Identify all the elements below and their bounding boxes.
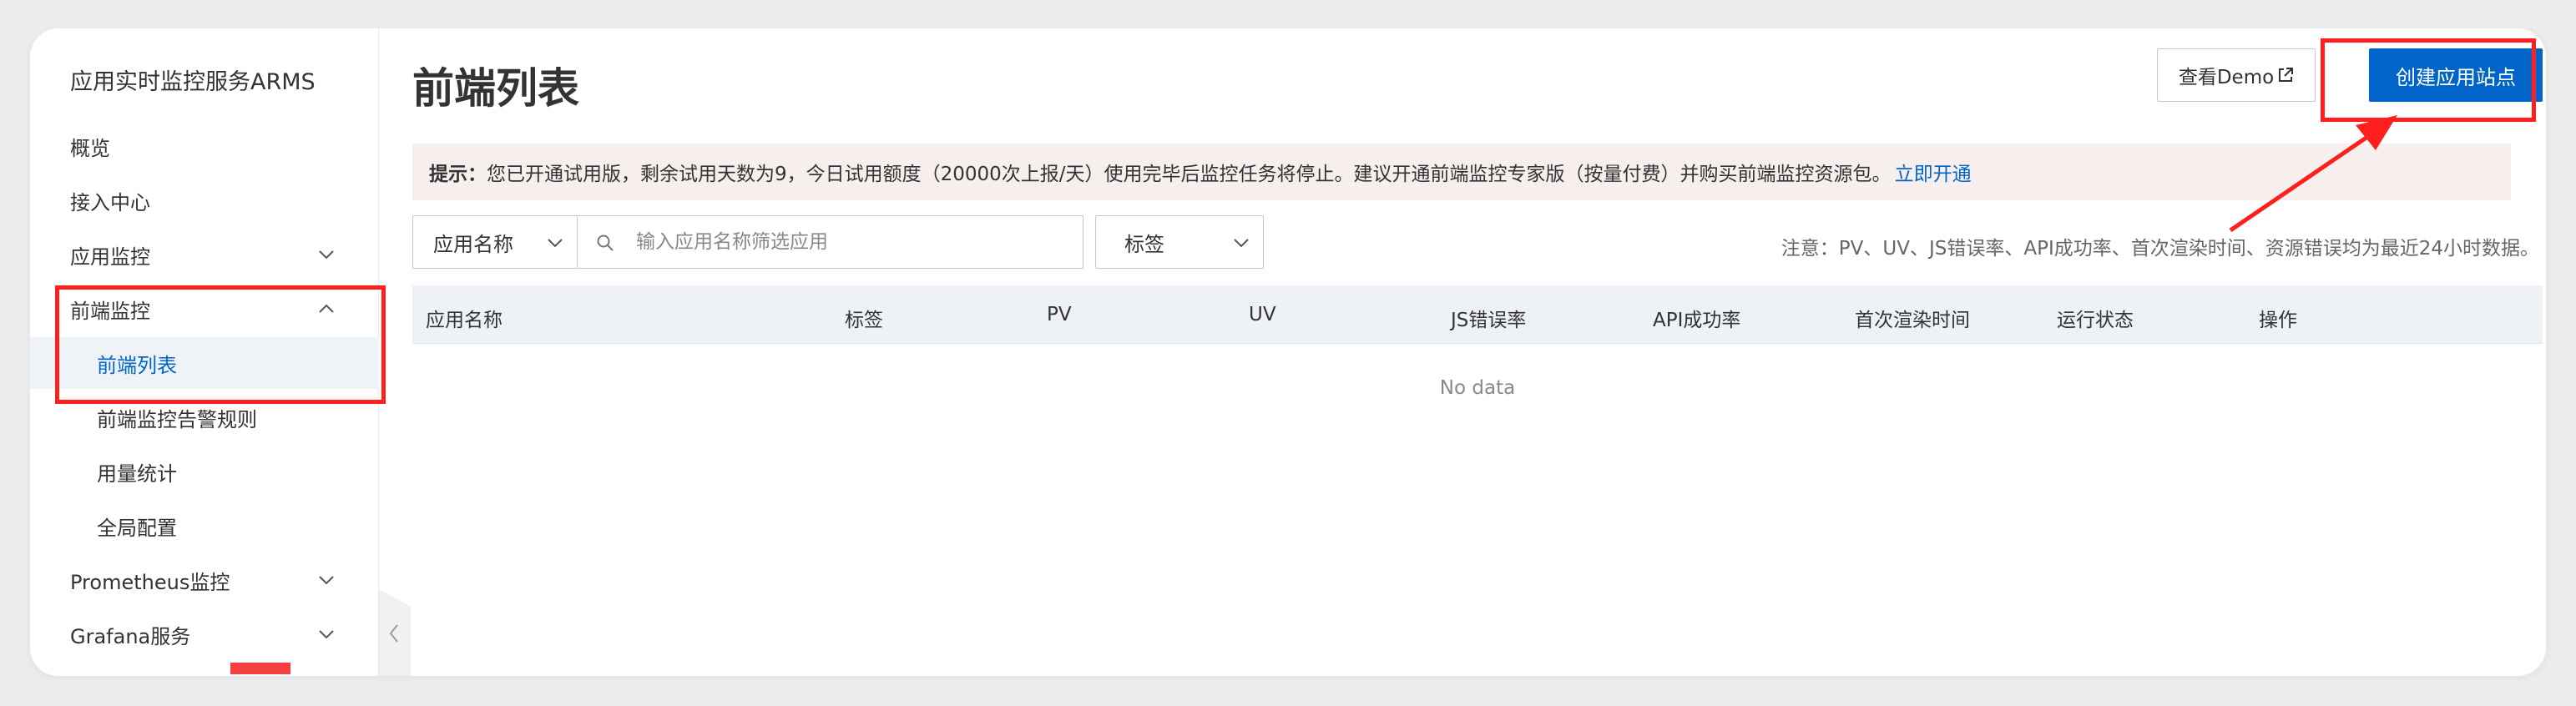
tip-label: 提示： xyxy=(429,164,487,185)
data-scope-note: 注意：PV、UV、JS错误率、API成功率、首次渲染时间、资源错误均为最近24小… xyxy=(1780,238,2539,260)
column-header[interactable]: 标签 xyxy=(845,304,883,332)
field-select[interactable]: 应用名称 xyxy=(412,215,578,269)
sidebar-item-label: 应用监控 xyxy=(70,245,150,269)
sidebar-item-label: 接入中心 xyxy=(70,190,150,214)
activate-now-link[interactable]: 立即开通 xyxy=(1895,158,1972,186)
table-header: 应用名称 标签 PV UV JS错误率 API成功率 首次渲染时间 运行状态 操… xyxy=(412,285,2543,344)
page-title: 前端列表 xyxy=(412,64,579,113)
create-app-site-label: 创建应用站点 xyxy=(2396,65,2516,89)
sidebar-item-label: 前端监控告警规则 xyxy=(97,407,257,431)
tag-select[interactable]: 标签 xyxy=(1095,215,1264,269)
tag-select-value: 标签 xyxy=(1124,232,1164,256)
column-header[interactable]: API成功率 xyxy=(1653,304,1740,332)
tip-text: 您已开通试用版，剩余试用天数为9，今日试用额度（20000次上报/天）使用完毕后… xyxy=(487,164,1892,185)
sidebar-item-grafana[interactable]: Grafana服务 xyxy=(30,608,379,660)
sidebar-item-label: 用量统计 xyxy=(97,461,177,486)
chevron-down-icon xyxy=(319,630,334,639)
chevron-down-icon xyxy=(319,250,334,260)
chevron-down-icon xyxy=(1234,239,1249,248)
sidebar-item-label: 概览 xyxy=(70,136,110,160)
column-header[interactable]: 操作 xyxy=(2259,304,2297,332)
sidebar-item-label: 前端监控 xyxy=(70,299,150,323)
new-badge xyxy=(230,663,290,674)
column-header[interactable]: UV xyxy=(1249,304,1276,325)
chevron-down-icon xyxy=(319,576,334,585)
column-header[interactable]: 运行状态 xyxy=(2057,304,2134,332)
app-name-search[interactable] xyxy=(578,215,1083,269)
sidebar-item-global-config[interactable]: 全局配置 xyxy=(30,500,379,552)
sidebar-item-prometheus[interactable]: Prometheus监控 xyxy=(30,554,379,606)
trial-tip-banner: 提示： 您已开通试用版，剩余试用天数为9，今日试用额度（20000次上报/天）使… xyxy=(412,144,2511,200)
sidebar-item-access-center[interactable]: 接入中心 xyxy=(30,174,379,226)
create-app-site-button[interactable]: 创建应用站点 xyxy=(2369,48,2543,102)
search-icon xyxy=(597,234,614,251)
search-input[interactable] xyxy=(636,216,912,268)
column-header[interactable]: 应用名称 xyxy=(426,304,503,332)
sidebar: 应用实时监控服务ARMS 概览 接入中心 应用监控 前端监控 前端列表 前端监控… xyxy=(30,28,379,676)
sidebar-item-app-monitoring[interactable]: 应用监控 xyxy=(30,229,379,280)
external-link-icon xyxy=(2279,68,2294,82)
sidebar-item-label: 前端列表 xyxy=(97,353,177,377)
sidebar-item-label: Grafana服务 xyxy=(70,624,191,648)
column-header[interactable]: 首次渲染时间 xyxy=(1855,304,1970,332)
app-window: 应用实时监控服务ARMS 概览 接入中心 应用监控 前端监控 前端列表 前端监控… xyxy=(30,28,2546,676)
sidebar-item-label: Prometheus监控 xyxy=(70,570,230,594)
sidebar-item-frontend-monitoring[interactable]: 前端监控 xyxy=(30,283,379,335)
sidebar-item-usage-stats[interactable]: 用量统计 xyxy=(30,446,379,497)
empty-state: No data xyxy=(1439,377,1516,399)
view-demo-button[interactable]: 查看Demo xyxy=(2157,48,2316,102)
column-header[interactable]: JS错误率 xyxy=(1451,304,1526,332)
chevron-up-icon xyxy=(319,304,334,313)
chevron-down-icon xyxy=(548,239,563,248)
sidebar-title: 应用实时监控服务ARMS xyxy=(70,69,316,95)
sidebar-item-overview[interactable]: 概览 xyxy=(30,120,379,172)
sidebar-item-alert-rules[interactable]: 前端监控告警规则 xyxy=(30,391,379,443)
sidebar-item-cutoff[interactable] xyxy=(30,663,379,676)
field-select-value: 应用名称 xyxy=(433,232,513,256)
column-header[interactable]: PV xyxy=(1047,304,1072,325)
sidebar-item-frontend-list[interactable]: 前端列表 xyxy=(30,337,379,389)
view-demo-label: 查看Demo xyxy=(2178,67,2275,88)
main-content: 前端列表 查看Demo 创建应用站点 提示： 您已开通试用版，剩余试用天数为9，… xyxy=(379,28,2546,676)
sidebar-item-label: 全局配置 xyxy=(97,516,177,540)
